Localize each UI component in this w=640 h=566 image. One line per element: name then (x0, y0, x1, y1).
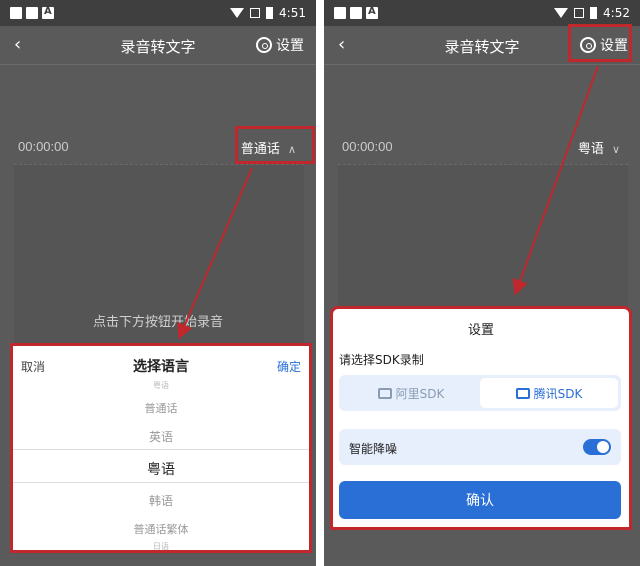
arrow-to-settings (512, 65, 599, 296)
comparison-screenshot: 4:51 ‹ 录音转文字 设置 00:00:00 普通话∧ 点击下方按钮开始录音… (0, 0, 640, 566)
arrow-to-picker (177, 167, 253, 340)
annotation-arrows (177, 65, 599, 340)
